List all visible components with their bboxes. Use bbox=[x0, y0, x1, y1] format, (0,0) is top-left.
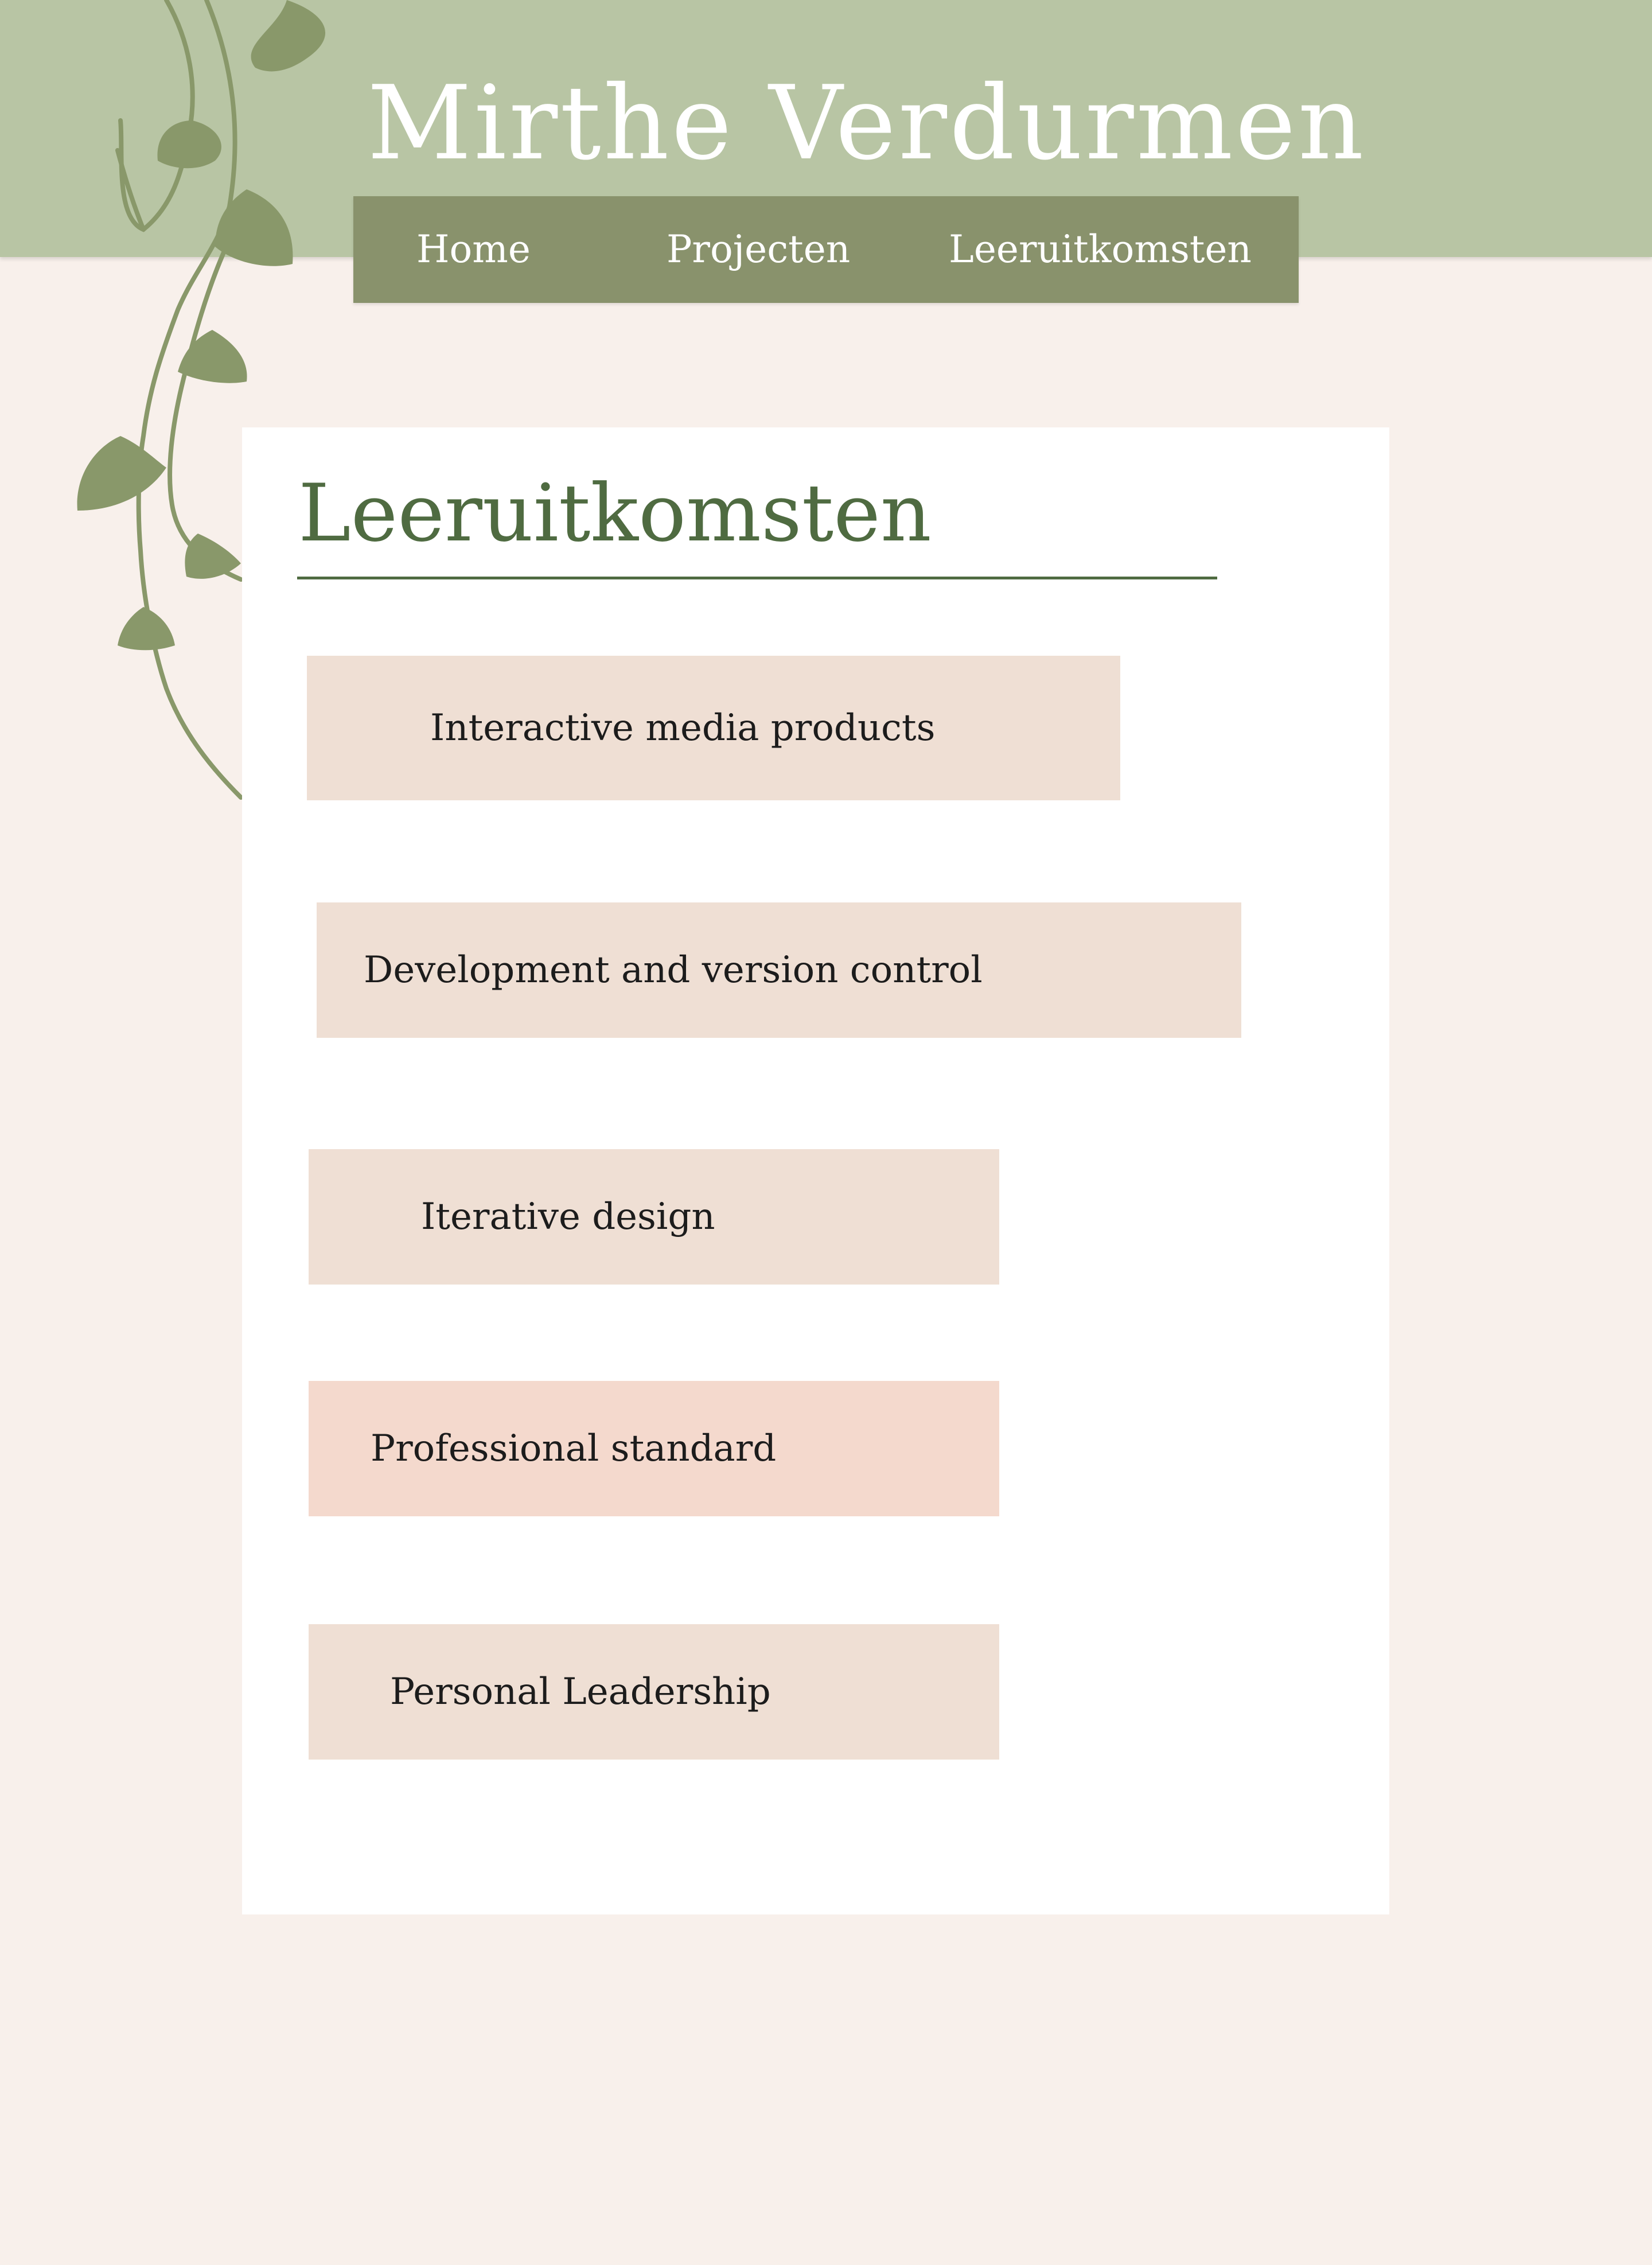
outcome-card-development-version-control[interactable]: Development and version control bbox=[317, 902, 1241, 1038]
outcome-card-professional-standard[interactable]: Professional standard bbox=[309, 1381, 999, 1516]
outcome-label: Professional standard bbox=[371, 1427, 777, 1470]
page-title: Leeruitkomsten bbox=[298, 467, 932, 559]
outcome-label: Development and version control bbox=[364, 949, 983, 991]
site-title: Mirthe Verdurmen bbox=[367, 64, 1366, 182]
nav-item-leeruitkomsten[interactable]: Leeruitkomsten bbox=[949, 196, 1252, 303]
learning-outcomes-card: Leeruitkomsten Interactive media product… bbox=[242, 427, 1389, 1914]
outcome-label: Interactive media products bbox=[430, 707, 936, 749]
outcome-card-personal-leadership[interactable]: Personal Leadership bbox=[309, 1624, 999, 1760]
outcome-label: Personal Leadership bbox=[390, 1671, 771, 1713]
outcome-card-interactive-media[interactable]: Interactive media products bbox=[307, 656, 1120, 800]
title-divider bbox=[297, 577, 1217, 579]
main-nav: Home Projecten Leeruitkomsten bbox=[353, 196, 1299, 303]
outcome-label: Iterative design bbox=[421, 1196, 715, 1238]
nav-item-home[interactable]: Home bbox=[416, 196, 531, 303]
outcome-card-iterative-design[interactable]: Iterative design bbox=[309, 1149, 999, 1285]
nav-item-projecten[interactable]: Projecten bbox=[667, 196, 850, 303]
